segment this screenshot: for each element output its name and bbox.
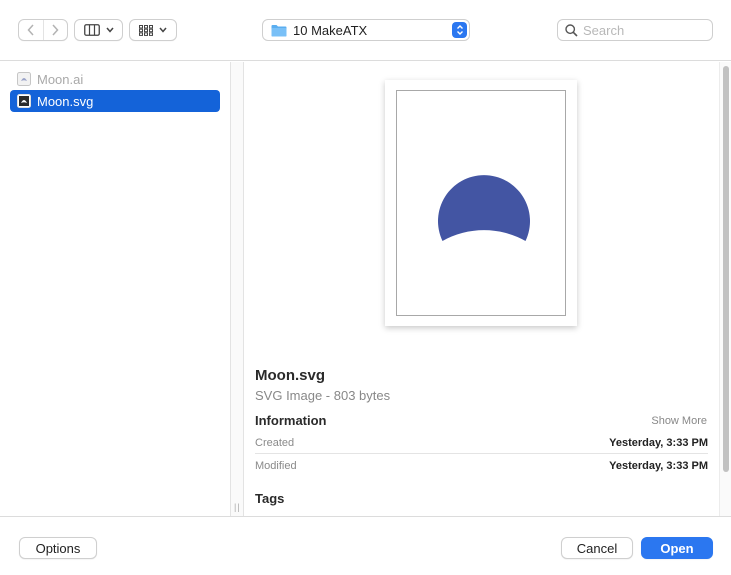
moon-shape bbox=[438, 175, 530, 241]
file-item-moon-svg[interactable]: Moon.svg bbox=[10, 90, 220, 112]
preview-file-name: Moon.svg bbox=[255, 367, 325, 384]
open-button[interactable]: Open bbox=[641, 537, 713, 559]
column-resize-handle[interactable]: || bbox=[230, 62, 244, 516]
group-by-button[interactable] bbox=[129, 19, 177, 41]
search-input[interactable] bbox=[583, 22, 703, 38]
scrollbar-thumb[interactable] bbox=[723, 66, 729, 472]
information-heading: Information bbox=[255, 413, 327, 428]
resize-grip-icon: || bbox=[234, 502, 241, 512]
file-name: Moon.ai bbox=[37, 71, 84, 87]
options-button[interactable]: Options bbox=[19, 537, 97, 559]
folder-icon bbox=[271, 24, 287, 36]
info-label: Modified bbox=[255, 460, 297, 472]
up-down-stepper-icon bbox=[452, 22, 467, 38]
info-row-modified: Modified Yesterday, 3:33 PM bbox=[255, 455, 708, 477]
file-list: Moon.ai Moon.svg bbox=[0, 62, 230, 516]
chevron-left-icon bbox=[27, 24, 34, 36]
chevron-right-icon bbox=[52, 24, 59, 36]
file-item-moon-ai: Moon.ai bbox=[10, 68, 220, 90]
toolbar: 10 MakeATX bbox=[0, 0, 731, 61]
show-more-link[interactable]: Show More bbox=[651, 415, 707, 427]
search-field bbox=[557, 19, 713, 41]
file-name: Moon.svg bbox=[37, 93, 94, 109]
preview-pane: Moon.svg SVG Image - 803 bytes Informati… bbox=[245, 62, 719, 516]
preview-file-kind: SVG Image - 803 bytes bbox=[255, 388, 391, 403]
columns-view-icon bbox=[83, 24, 100, 36]
view-mode-button[interactable] bbox=[74, 19, 123, 41]
back-forward-buttons bbox=[18, 19, 68, 41]
location-label: 10 MakeATX bbox=[293, 22, 368, 38]
illustrator-file-icon bbox=[17, 72, 31, 86]
info-row-created: Created Yesterday, 3:33 PM bbox=[255, 432, 708, 454]
cancel-button[interactable]: Cancel bbox=[561, 537, 633, 559]
chevron-down-icon bbox=[159, 27, 167, 33]
info-value: Yesterday, 3:33 PM bbox=[609, 460, 708, 472]
grid-icon bbox=[139, 24, 153, 36]
svg-file-icon bbox=[17, 94, 31, 108]
info-value: Yesterday, 3:33 PM bbox=[609, 436, 708, 449]
file-thumbnail bbox=[385, 80, 577, 326]
tags-heading: Tags bbox=[255, 491, 285, 506]
preview-scrollbar[interactable] bbox=[719, 62, 731, 516]
thumbnail-page bbox=[396, 90, 566, 316]
chevron-down-icon bbox=[105, 27, 114, 33]
search-icon bbox=[565, 23, 578, 37]
location-popup[interactable]: 10 MakeATX bbox=[262, 19, 470, 41]
forward-button[interactable] bbox=[42, 20, 67, 40]
back-button[interactable] bbox=[19, 20, 43, 40]
info-label: Created bbox=[255, 436, 295, 449]
dialog-footer: Options Cancel Open bbox=[0, 516, 731, 575]
